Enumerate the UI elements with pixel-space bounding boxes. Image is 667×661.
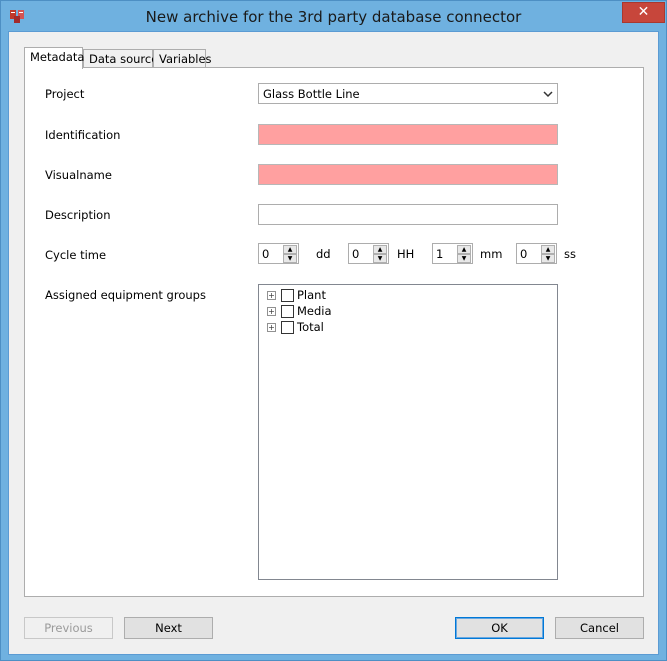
project-select-value: Glass Bottle Line	[263, 87, 360, 101]
dialog-window: New archive for the 3rd party database c…	[0, 0, 667, 661]
cycle-days-stepper[interactable]: 0 ▲ ▼	[258, 243, 299, 264]
plant-checkbox[interactable]	[281, 289, 294, 302]
spin-down-icon[interactable]: ▼	[457, 254, 471, 263]
identification-input[interactable]	[258, 124, 558, 145]
tree-node-label: Media	[297, 304, 332, 318]
spin-up-icon[interactable]: ▲	[373, 245, 387, 254]
equipment-groups-label: Assigned equipment groups	[45, 288, 206, 302]
spin-down-icon[interactable]: ▼	[373, 254, 387, 263]
cycle-hours-stepper[interactable]: 0 ▲ ▼	[348, 243, 389, 264]
spin-up-icon[interactable]: ▲	[457, 245, 471, 254]
description-label: Description	[45, 208, 111, 222]
cycle-time-label: Cycle time	[45, 248, 107, 262]
equipment-groups-tree[interactable]: + Plant + Media + Total	[258, 284, 558, 580]
spin-down-icon[interactable]: ▼	[541, 254, 555, 263]
media-checkbox[interactable]	[281, 305, 294, 318]
expand-icon[interactable]: +	[267, 323, 276, 332]
chevron-down-icon	[543, 91, 553, 98]
cycle-hours-value: 0	[352, 247, 360, 261]
close-icon: ✕	[637, 4, 650, 20]
tab-data-source[interactable]: Data source	[83, 49, 158, 68]
cancel-button[interactable]: Cancel	[555, 617, 644, 639]
cycle-seconds-value: 0	[520, 247, 528, 261]
ok-button[interactable]: OK	[455, 617, 544, 639]
window-title: New archive for the 3rd party database c…	[145, 8, 522, 26]
tree-node-label: Plant	[297, 288, 326, 302]
next-button[interactable]: Next	[124, 617, 213, 639]
identification-label: Identification	[45, 128, 121, 142]
total-checkbox[interactable]	[281, 321, 294, 334]
cycle-seconds-unit: ss	[564, 247, 576, 261]
cycle-minutes-value: 1	[436, 247, 444, 261]
tree-node-label: Total	[297, 320, 324, 334]
spin-down-icon[interactable]: ▼	[283, 254, 297, 263]
cycle-minutes-stepper[interactable]: 1 ▲ ▼	[432, 243, 473, 264]
title-bar[interactable]: New archive for the 3rd party database c…	[1, 1, 666, 31]
cycle-seconds-stepper[interactable]: 0 ▲ ▼	[516, 243, 557, 264]
previous-button[interactable]: Previous	[24, 617, 113, 639]
expand-icon[interactable]: +	[267, 307, 276, 316]
description-input[interactable]	[258, 204, 558, 225]
visualname-label: Visualname	[45, 168, 112, 182]
spin-up-icon[interactable]: ▲	[283, 245, 297, 254]
cycle-days-value: 0	[262, 247, 270, 261]
project-label: Project	[45, 87, 85, 101]
cycle-minutes-unit: mm	[480, 247, 503, 261]
spin-up-icon[interactable]: ▲	[541, 245, 555, 254]
cycle-hours-unit: HH	[397, 247, 415, 261]
cycle-days-unit: dd	[316, 247, 331, 261]
visualname-input[interactable]	[258, 164, 558, 185]
expand-icon[interactable]: +	[267, 291, 276, 300]
tab-metadata[interactable]: Metadata	[24, 47, 84, 69]
dialog-client-area: Metadata Data source Variables Project G…	[8, 31, 659, 655]
close-button[interactable]: ✕	[622, 2, 665, 23]
tab-variables[interactable]: Variables	[153, 49, 212, 68]
project-select[interactable]: Glass Bottle Line	[258, 83, 558, 104]
metadata-panel: Project Glass Bottle Line Identification…	[24, 67, 644, 597]
